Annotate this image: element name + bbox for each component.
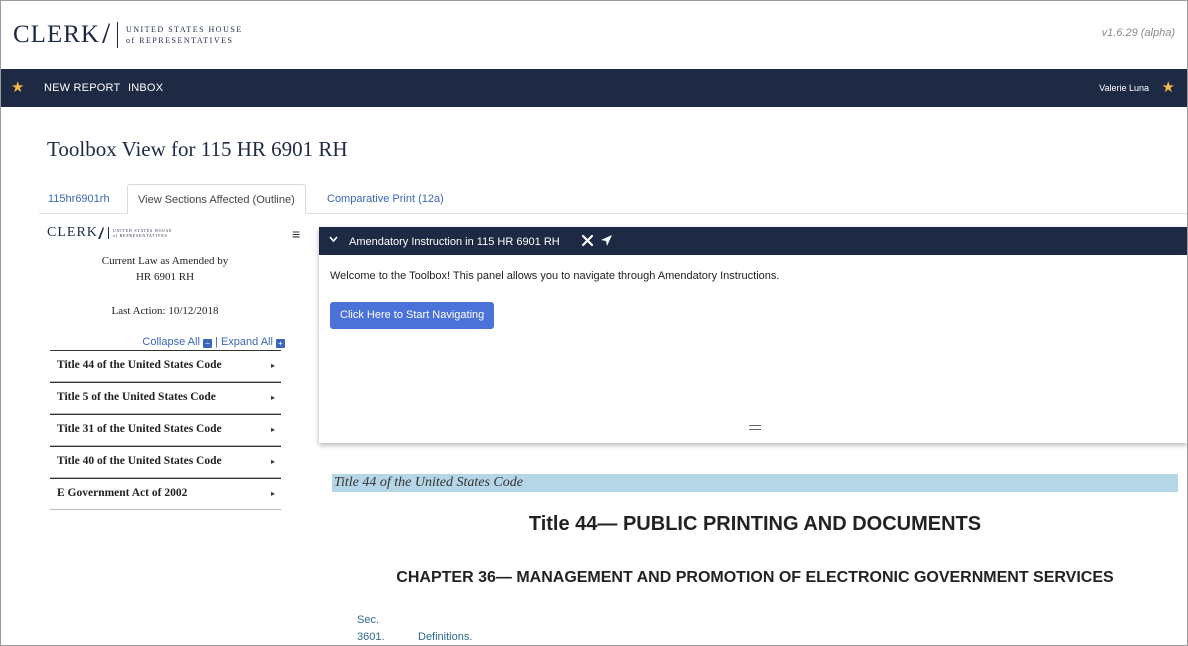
hamburger-icon[interactable]: ≡ [292,226,300,242]
nav-new-report[interactable]: NEW REPORT [44,82,120,94]
minus-box-icon[interactable]: − [202,339,212,348]
quill-icon [97,226,104,239]
last-action: Last Action: 10/12/2018 [111,305,219,317]
clerk-logo[interactable]: CLERK UNITED STATES HOUSE of REPRESENTAT… [13,21,243,49]
outline-item-title-31[interactable]: Title 31 of the United States Code ▸ [50,414,281,446]
document-chapter: CHAPTER 36— MANAGEMENT AND PROMOTION OF … [396,569,1114,586]
star-icon: ★ [1161,79,1175,96]
star-icon: ★ [11,79,25,96]
collapse-all-link[interactable]: Collapse All [142,336,199,348]
send-icon[interactable] [600,234,613,250]
version-label: v1.6.29 (alpha) [1101,27,1175,39]
welcome-text: Welcome to the Toolbox! This panel allow… [330,270,780,282]
outline-item-title-5[interactable]: Title 5 of the United States Code ▸ [50,382,281,414]
logo-subtitle: UNITED STATES HOUSE of REPRESENTATIVES [126,24,243,46]
caret-right-icon: ▸ [270,393,275,402]
outline-list: Title 44 of the United States Code ▸ Tit… [50,350,281,510]
tab-bill[interactable]: 115hr6901rh [48,184,110,214]
document-banner: Title 44 of the United States Code [332,474,1178,492]
app-frame: CLERK UNITED STATES HOUSE of REPRESENTAT… [0,0,1188,646]
caret-right-icon: ▸ [270,489,275,498]
outline-item-title-44[interactable]: Title 44 of the United States Code ▸ [50,350,281,382]
panel-header[interactable]: Amendatory Instruction in 115 HR 6901 RH [319,227,1187,255]
section-title-link[interactable]: Definitions. [418,631,472,643]
start-navigating-button[interactable]: Click Here to Start Navigating [330,302,495,329]
chevron-down-icon[interactable] [329,235,338,245]
collapse-expand-controls: Collapse All − | Expand All + [142,336,285,348]
quill-icon [101,22,111,49]
tab-bar: 115hr6901rh View Sections Affected (Outl… [39,184,1187,214]
document-banner-text: Title 44 of the United States Code [334,475,523,490]
resize-handle[interactable] [749,425,761,430]
sidebar-logo: CLERK UNITED STATES HOUSE of REPRESENTAT… [47,225,172,241]
current-law-caption: Current Law as Amended by HR 6901 RH [45,253,285,285]
tab-comparative-print[interactable]: Comparative Print (12a) [327,184,444,214]
top-header: CLERK UNITED STATES HOUSE of REPRESENTAT… [1,1,1187,69]
user-name[interactable]: Valerie Luna [1099,83,1149,93]
outline-item-label: E Government Act of 2002 [57,487,188,499]
nav-bar: ★ NEW REPORT INBOX Valerie Luna ★ [1,69,1187,107]
logo-subtitle-line2: of REPRESENTATIVES [125,36,234,45]
outline-item-label: Title 31 of the United States Code [57,423,222,435]
nav-inbox[interactable]: INBOX [128,82,163,94]
tab-sections-outline[interactable]: View Sections Affected (Outline) [127,184,306,214]
separator: | [215,336,218,348]
outline-item-label: Title 44 of the United States Code [57,359,222,371]
panel-title: Amendatory Instruction in 115 HR 6901 RH [349,236,560,248]
outline-item-label: Title 40 of the United States Code [57,455,222,467]
logo-divider [116,22,118,48]
sidebar-logo-divider [107,227,109,239]
current-law-line1: Current Law as Amended by [101,255,229,267]
expand-all-link[interactable]: Expand All [221,336,273,348]
outline-item-e-government-act[interactable]: E Government Act of 2002 ▸ [50,478,281,510]
current-law-line2: HR 6901 RH [135,271,195,283]
logo-subtitle-line1: UNITED STATES HOUSE [125,25,243,34]
outline-item-title-40[interactable]: Title 40 of the United States Code ▸ [50,446,281,478]
caret-right-icon: ▸ [270,361,275,370]
section-column-label: Sec. [357,614,380,626]
tools-icon[interactable] [581,234,594,250]
caret-right-icon: ▸ [270,457,275,466]
logo-wordmark: CLERK [13,21,100,48]
sidebar-logo-wordmark: CLERK [47,225,98,240]
section-number[interactable]: 3601. [357,631,385,643]
plus-box-icon[interactable]: + [276,339,285,348]
page-title: Toolbox View for 115 HR 6901 RH [47,137,348,161]
sidebar-logo-line2: of REPRESENTATIVES [112,233,168,238]
document-title: Title 44— PUBLIC PRINTING AND DOCUMENTS [528,513,982,535]
outline-item-label: Title 5 of the United States Code [57,391,216,403]
sidebar-logo-subtitle: UNITED STATES HOUSE of REPRESENTATIVES [113,228,172,238]
amendatory-panel: Amendatory Instruction in 115 HR 6901 RH… [319,227,1187,443]
caret-right-icon: ▸ [270,425,275,434]
